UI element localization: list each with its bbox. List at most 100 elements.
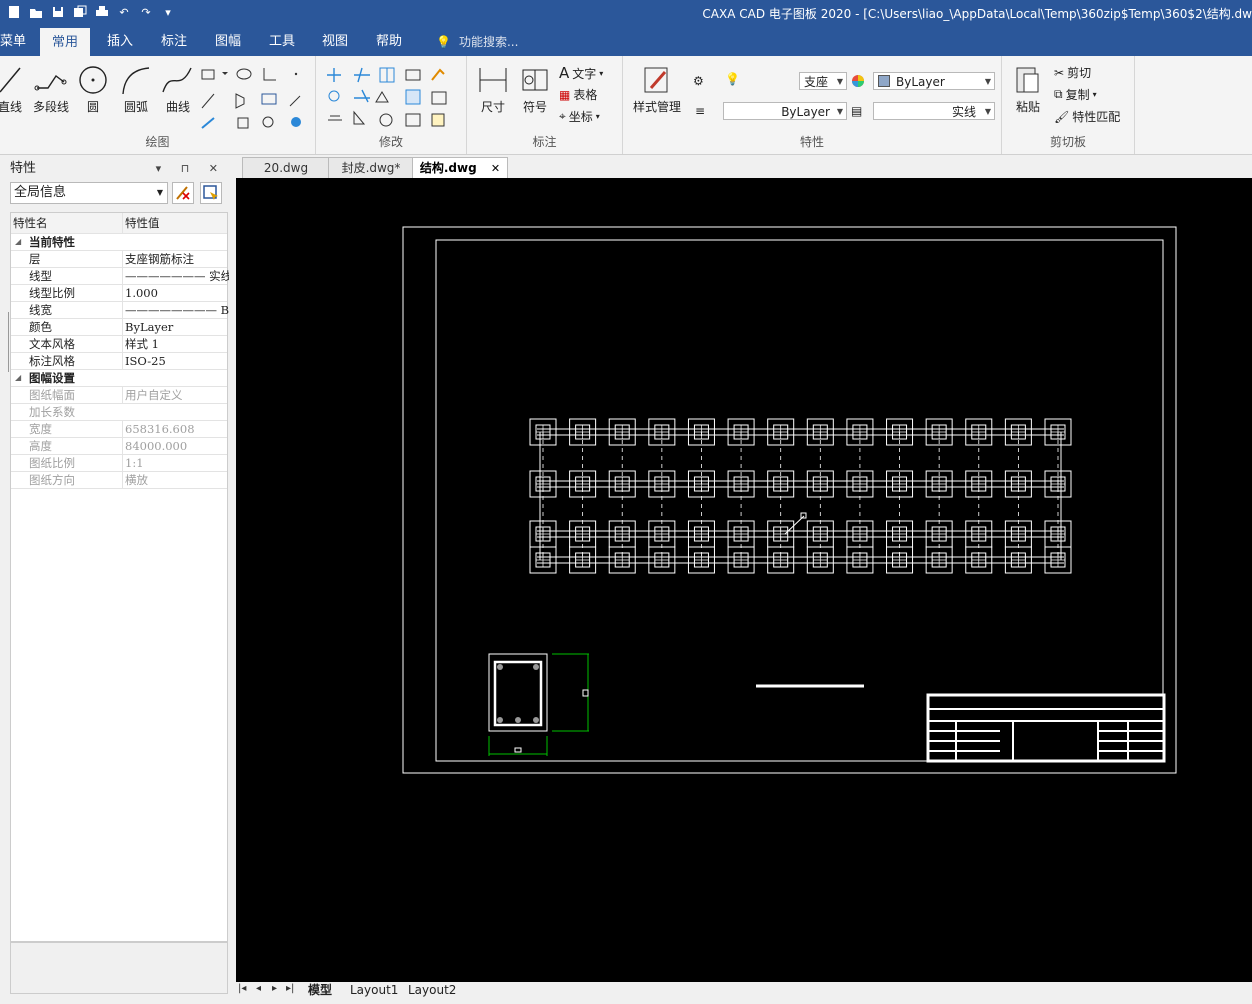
customize-icon[interactable]: ▾ [160,4,176,20]
property-grid: 特性名 特性值 ◢ 当前特性 层 支座钢筋标注 线型 ——————— 实线 线型比例 1.0… [10,212,229,942]
polyline-button[interactable]: 多段线 [30,64,72,115]
drawing-canvas[interactable] [236,178,1252,982]
copy-button[interactable]: ⧉ 复制 ▾ [1054,86,1097,103]
coordinate-button[interactable]: ⌖ 坐标 ▾ [559,108,600,125]
color-wheel-icon[interactable] [851,74,867,90]
print-icon[interactable] [94,4,110,20]
tab-layout2[interactable]: Layout2 [408,982,456,998]
scope-select[interactable]: 全局信息 ▼ [10,182,168,204]
paste-button[interactable]: 粘贴 [1012,64,1044,115]
save-as-icon[interactable] [72,4,88,20]
property-value[interactable]: 84000.000 [122,438,229,454]
property-value[interactable]: 用户自定义 [122,387,229,403]
open-icon[interactable] [28,4,44,20]
property-value[interactable]: ByLayer [122,319,229,335]
property-value[interactable]: 658316.608 [122,421,229,437]
property-row[interactable]: 图纸比例 1:1 [11,455,227,472]
property-row[interactable]: 层 支座钢筋标注 [11,251,227,268]
properties-panel: 特性 ▾ ⊓ ✕ 全局信息 ▼ 特性名 特性值 ◢ 当前特性 层 支座钢筋标注 线型 ——… [0,156,232,998]
panel-dock-strip[interactable] [0,312,9,372]
style-manager-button[interactable]: 样式管理 [629,64,685,115]
tab-home[interactable]: 常用 [40,28,91,57]
first-layout-icon[interactable]: |◂ [238,983,246,994]
property-row[interactable]: 加长系数 [11,404,227,421]
cut-label: 剪切 [1067,66,1092,80]
layer-combo[interactable]: 支座 ▼ [799,72,847,90]
layout-tabs: |◂ ◂ ▸ ▸| 模型 Layout1 Layout2 [236,982,1252,998]
next-layout-icon[interactable]: ▸ [272,983,277,994]
cut-button[interactable]: ✂ 剪切 [1054,64,1091,81]
lineweight-combo[interactable]: 实线 ▼ [873,102,995,120]
last-layout-icon[interactable]: ▸| [286,983,294,994]
property-row[interactable]: 颜色 ByLayer [11,319,227,336]
property-value[interactable]: ISO-25 [122,353,229,369]
modify-tools-icons[interactable] [324,64,464,130]
properties-group: 样式管理 ⚙ 💡 支座 ▼ ByLayer ▼ ≡ ByLayer ▼ ▤ 实线 ▼ 特… [623,56,1002,154]
color-value: ByLayer [896,75,945,89]
dimension-button[interactable]: 尺寸 [475,64,511,115]
tab-tools[interactable]: 工具 [257,28,307,56]
doc-tab-cover[interactable]: 封皮.dwg* [328,157,414,178]
property-value[interactable]: 样式 1 [122,336,229,352]
panel-controls[interactable]: ▾ ⊓ ✕ [156,158,226,180]
new-icon[interactable] [6,4,22,20]
property-value[interactable]: 1.000 [122,285,229,301]
feature-search[interactable]: 💡 功能搜索... [436,28,518,56]
tab-menu[interactable]: 菜单 [0,28,38,56]
category-sheet[interactable]: ◢ 图幅设置 [11,370,227,387]
clipboard-group-label: 剪切板 [1049,135,1086,149]
property-row[interactable]: 图纸方向 横放 [11,472,227,489]
tab-sheet[interactable]: 图幅 [203,28,253,56]
undo-icon[interactable]: ↶ [116,4,132,20]
property-row[interactable]: 图纸幅面 用户自定义 [11,387,227,404]
redo-icon[interactable]: ↷ [138,4,154,20]
property-value[interactable]: 横放 [122,472,229,488]
table-button[interactable]: ▦ 表格 [559,86,597,103]
layer-states-icon[interactable]: ⚙ [693,74,709,90]
color-combo[interactable]: ByLayer ▼ [873,72,995,90]
clear-selection-button[interactable] [172,182,194,204]
prev-layout-icon[interactable]: ◂ [256,983,261,994]
property-row[interactable]: 宽度 658316.608 [11,421,227,438]
text-button[interactable]: A 文字 ▾ [559,64,603,82]
save-icon[interactable] [50,4,66,20]
tab-help[interactable]: 帮助 [364,28,414,56]
property-row[interactable]: 线宽 ———————— ByLayer [11,302,229,319]
doc-tab-structure[interactable]: 结构.dwg ✕ [412,157,508,178]
property-value[interactable]: 1:1 [122,455,229,471]
panel-title: 特性 [10,161,37,176]
properties-group-label: 特性 [799,135,824,149]
property-row[interactable]: 文本风格 样式 1 [11,336,227,353]
circle-button[interactable]: 圆 [78,64,108,115]
tab-model[interactable]: 模型 [308,982,332,998]
property-name: 层 [29,252,41,266]
lineweight-icon[interactable]: ≡ [695,104,711,120]
tab-layout1[interactable]: Layout1 [350,982,398,998]
quick-select-button[interactable] [200,182,222,204]
tab-insert[interactable]: 插入 [95,28,145,56]
symbol-button[interactable]: 符号 [517,64,553,115]
linetype-combo[interactable]: ByLayer ▼ [723,102,847,120]
close-icon[interactable]: ✕ [491,162,500,175]
line-button[interactable]: 直线 [0,64,24,115]
match-properties-button[interactable]: 🖌 特性匹配 [1054,108,1120,125]
property-value[interactable]: ———————— ByLayer [122,302,229,318]
property-row[interactable]: 线型 ——————— 实线 [11,268,229,285]
curve-icon [162,67,192,93]
property-description [10,942,228,994]
linestyle-icon[interactable]: ▤ [851,104,867,120]
property-row[interactable]: 高度 84000.000 [11,438,227,455]
property-value[interactable]: ——————— 实线 [122,268,229,284]
property-value[interactable]: 支座钢筋标注 [122,251,229,267]
dimension-label: 尺寸 [480,100,505,114]
category-current[interactable]: ◢ 当前特性 [11,234,227,251]
text-icon: A [559,64,570,82]
curve-button[interactable]: 曲线 [160,64,196,115]
property-row[interactable]: 标注风格 ISO-25 [11,353,227,370]
tab-view[interactable]: 视图 [310,28,360,56]
tab-annotate[interactable]: 标注 [149,28,199,56]
property-row[interactable]: 线型比例 1.000 [11,285,227,302]
doc-tab-20[interactable]: 20.dwg [242,157,330,178]
arc-button[interactable]: 圆弧 [118,64,154,115]
draw-tools-icons[interactable] [200,64,310,130]
